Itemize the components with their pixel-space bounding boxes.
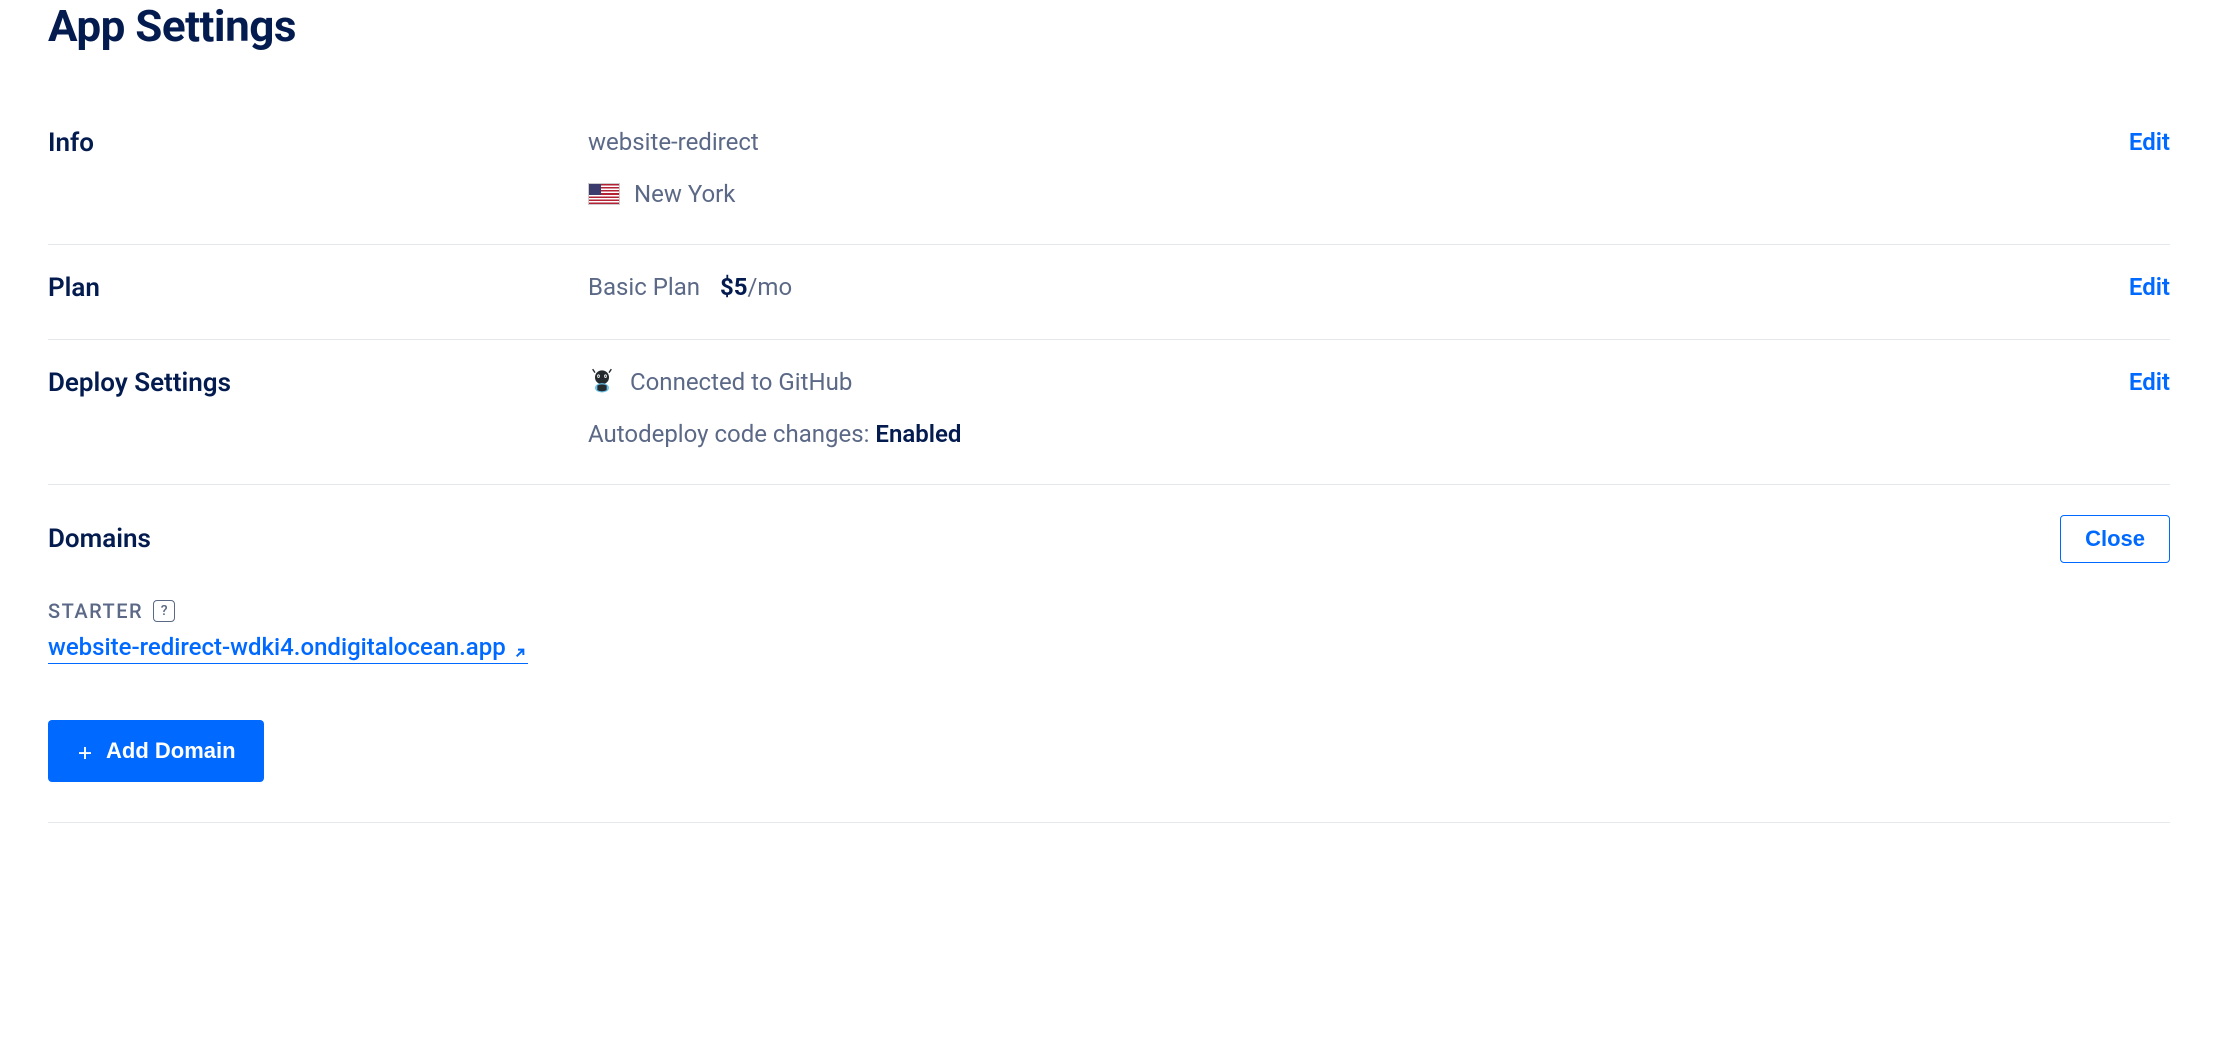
plan-edit-link[interactable]: Edit (2129, 273, 2170, 301)
plus-icon (76, 742, 94, 760)
external-link-icon (512, 639, 528, 655)
domains-tier-label: STARTER (48, 599, 143, 623)
deploy-connected-text: Connected to GitHub (630, 368, 852, 396)
section-plan-content: Basic Plan $5/mo (588, 273, 2129, 301)
domain-url-link[interactable]: website-redirect-wdki4.ondigitalocean.ap… (48, 633, 528, 664)
deploy-autodeploy-label: Autodeploy code changes: (588, 420, 869, 448)
add-domain-button[interactable]: Add Domain (48, 720, 264, 782)
help-icon[interactable]: ? (153, 600, 175, 622)
domains-close-button[interactable]: Close (2060, 515, 2170, 563)
info-edit-link[interactable]: Edit (2129, 128, 2170, 156)
info-app-name: website-redirect (588, 128, 759, 156)
section-info-content: website-redirect New York (588, 128, 2129, 208)
add-domain-label: Add Domain (106, 738, 236, 764)
domain-url-text: website-redirect-wdki4.ondigitalocean.ap… (48, 633, 506, 661)
section-deploy-label: Deploy Settings (48, 368, 588, 398)
info-region: New York (634, 180, 735, 208)
section-deploy-content: Connected to GitHub Autodeploy code chan… (588, 368, 2129, 448)
section-plan-label: Plan (48, 273, 588, 303)
deploy-autodeploy-value: Enabled (875, 420, 961, 448)
section-info: Info website-redirect New York Edit (48, 100, 2170, 245)
section-deploy: Deploy Settings Connected to GitHub Auto… (48, 340, 2170, 485)
github-icon (588, 368, 616, 396)
page-title: App Settings (48, 0, 2170, 52)
domains-tier-row: STARTER ? (48, 599, 2170, 623)
section-domains: Domains Close STARTER ? website-redirect… (48, 485, 2170, 823)
plan-period: /mo (748, 273, 793, 301)
us-flag-icon (588, 183, 620, 205)
deploy-edit-link[interactable]: Edit (2129, 368, 2170, 396)
section-domains-label: Domains (48, 524, 151, 554)
section-info-label: Info (48, 128, 588, 158)
plan-price: $5 (720, 273, 748, 301)
plan-name: Basic Plan (588, 273, 700, 301)
section-plan: Plan Basic Plan $5/mo Edit (48, 245, 2170, 340)
